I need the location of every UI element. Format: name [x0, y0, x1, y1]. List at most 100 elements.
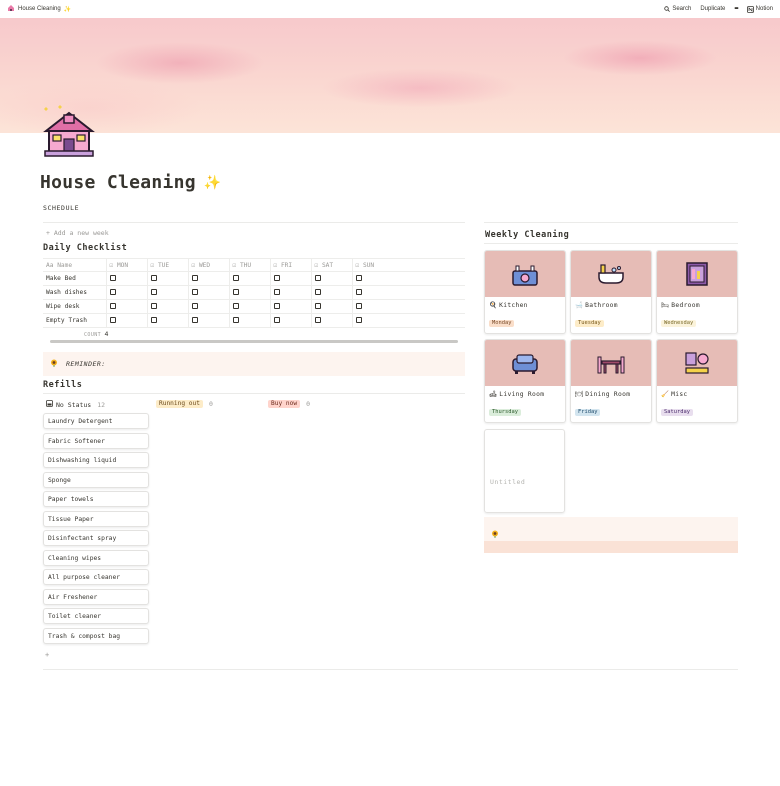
column-header-label: SAT: [321, 261, 334, 269]
reminder-callout[interactable]: REMINDER:: [43, 352, 465, 376]
checkbox-property-icon: ☑: [150, 261, 158, 269]
tue-checkbox[interactable]: [150, 275, 157, 281]
column-header-sat[interactable]: ☑ SAT: [310, 258, 352, 272]
fri-checkbox[interactable]: [273, 289, 280, 295]
buy-now-tag: Buy now: [268, 400, 301, 408]
notion-label: Notion: [755, 6, 773, 12]
refill-card[interactable]: Tissue Paper: [43, 511, 149, 527]
refill-card[interactable]: Disinfectant spray: [43, 530, 149, 546]
column-header-mon[interactable]: ☑ MON: [105, 258, 147, 272]
gallery-card-bedroom[interactable]: 🛏 Bedroom Wednesday: [656, 250, 738, 334]
house-page-icon[interactable]: [40, 103, 98, 161]
refill-card[interactable]: Laundry Detergent: [43, 413, 149, 429]
refill-card[interactable]: Trash & compost bag: [43, 628, 149, 644]
group-running-out[interactable]: Running out 0: [156, 400, 213, 408]
tue-checkbox[interactable]: [150, 289, 157, 295]
card-title: Dining Room: [585, 390, 631, 398]
misc-image: [657, 340, 737, 386]
thu-checkbox[interactable]: [232, 289, 239, 295]
text-property-icon: Aa: [46, 261, 58, 269]
add-new-week-button[interactable]: + Add a new week: [46, 229, 109, 237]
sun-checkbox[interactable]: [355, 303, 362, 309]
gallery-card-misc[interactable]: 🧹 Misc Saturday: [656, 339, 738, 423]
top-bar: House Cleaning ✨ Search Duplicate ••• No…: [0, 0, 780, 18]
column-header-wed[interactable]: ☑ WED: [187, 258, 229, 272]
column-header-name[interactable]: Aa Name: [43, 258, 106, 272]
row-name[interactable]: Wipe desk: [43, 299, 106, 314]
refill-card[interactable]: Dishwashing liquid: [43, 452, 149, 468]
tue-checkbox[interactable]: [150, 303, 157, 309]
wed-checkbox[interactable]: [191, 289, 198, 295]
refill-card[interactable]: Paper towels: [43, 491, 149, 507]
mon-checkbox[interactable]: [109, 317, 116, 323]
page-title[interactable]: House Cleaning ✨: [40, 172, 222, 193]
row-name[interactable]: Wash dishes: [43, 285, 106, 300]
row-name[interactable]: Make Bed: [43, 271, 106, 286]
fri-checkbox[interactable]: [273, 317, 280, 323]
sat-checkbox[interactable]: [314, 303, 321, 309]
row-count[interactable]: COUNT 4: [84, 330, 109, 338]
refill-card[interactable]: Air Freshener: [43, 589, 149, 605]
weekly-callout[interactable]: [484, 517, 738, 541]
fri-checkbox[interactable]: [273, 303, 280, 309]
group-no-status[interactable]: No Status 12: [46, 400, 105, 409]
wed-checkbox[interactable]: [191, 303, 198, 309]
sun-checkbox[interactable]: [355, 317, 362, 323]
mon-checkbox[interactable]: [109, 275, 116, 281]
duplicate-button[interactable]: Duplicate: [700, 6, 725, 12]
row-name[interactable]: Empty Trash: [43, 313, 106, 328]
wed-checkbox[interactable]: [191, 275, 198, 281]
fri-checkbox[interactable]: [273, 275, 280, 281]
card-title: Kitchen: [499, 301, 528, 309]
table-row[interactable]: Empty Trash: [43, 313, 465, 328]
table-row[interactable]: Wipe desk: [43, 299, 465, 314]
column-header-thu[interactable]: ☑ THU: [228, 258, 270, 272]
gallery-card-living-room[interactable]: 🛋 Living Room Thursday: [484, 339, 566, 423]
refill-card[interactable]: Toilet cleaner: [43, 608, 149, 624]
checkbox-property-icon: ☑: [273, 261, 281, 269]
table-row[interactable]: Make Bed: [43, 271, 465, 286]
mon-checkbox[interactable]: [109, 289, 116, 295]
bed-icon: 🛏: [661, 302, 670, 309]
notion-button[interactable]: Notion: [746, 5, 773, 13]
more-button[interactable]: •••: [734, 6, 738, 12]
peach-banner: [484, 541, 738, 553]
sat-checkbox[interactable]: [314, 289, 321, 295]
thu-checkbox[interactable]: [232, 303, 239, 309]
sun-checkbox[interactable]: [355, 289, 362, 295]
day-tag: Saturday: [661, 409, 693, 416]
column-header-fri[interactable]: ☑ FRI: [269, 258, 311, 272]
group-count: 12: [97, 400, 106, 409]
refill-card[interactable]: All purpose cleaner: [43, 569, 149, 585]
table-row[interactable]: Wash dishes: [43, 285, 465, 300]
refill-card[interactable]: Sponge: [43, 472, 149, 488]
sat-checkbox[interactable]: [314, 275, 321, 281]
plus-icon: +: [46, 229, 54, 237]
wed-checkbox[interactable]: [191, 317, 198, 323]
daily-checklist-table: Aa Name ☑ MON ☑ TUE ☑ WED ☑ THU ☑ FRI ☑ …: [43, 258, 465, 328]
thu-checkbox[interactable]: [232, 275, 239, 281]
sparkles-emoji: ✨: [203, 174, 222, 191]
thu-checkbox[interactable]: [232, 317, 239, 323]
sun-checkbox[interactable]: [355, 275, 362, 281]
checkbox-property-icon: ☑: [314, 261, 322, 269]
breadcrumb[interactable]: House Cleaning ✨: [7, 4, 71, 14]
gallery-card-untitled[interactable]: Untitled: [484, 429, 565, 513]
gallery-card-kitchen[interactable]: 🍳 Kitchen Monday: [484, 250, 566, 334]
cover-image[interactable]: [0, 18, 780, 133]
card-title: Bathroom: [585, 301, 618, 309]
refill-card[interactable]: Cleaning wipes: [43, 550, 149, 566]
gallery-card-bathroom[interactable]: 🛁 Bathroom Tuesday: [570, 250, 652, 334]
search-button[interactable]: Search: [664, 6, 691, 12]
mon-checkbox[interactable]: [109, 303, 116, 309]
add-refill-button[interactable]: +: [45, 651, 49, 659]
column-header-tue[interactable]: ☑ TUE: [146, 258, 188, 272]
horizontal-scrollbar[interactable]: [50, 340, 458, 343]
group-buy-now[interactable]: Buy now 0: [268, 400, 310, 408]
weekly-cleaning-heading: Weekly Cleaning: [485, 230, 570, 240]
refill-card[interactable]: Fabric Softener: [43, 433, 149, 449]
column-header-sun[interactable]: ☑ SUN: [351, 258, 465, 272]
tue-checkbox[interactable]: [150, 317, 157, 323]
sat-checkbox[interactable]: [314, 317, 321, 323]
gallery-card-dining-room[interactable]: 🍽 Dining Room Friday: [570, 339, 652, 423]
